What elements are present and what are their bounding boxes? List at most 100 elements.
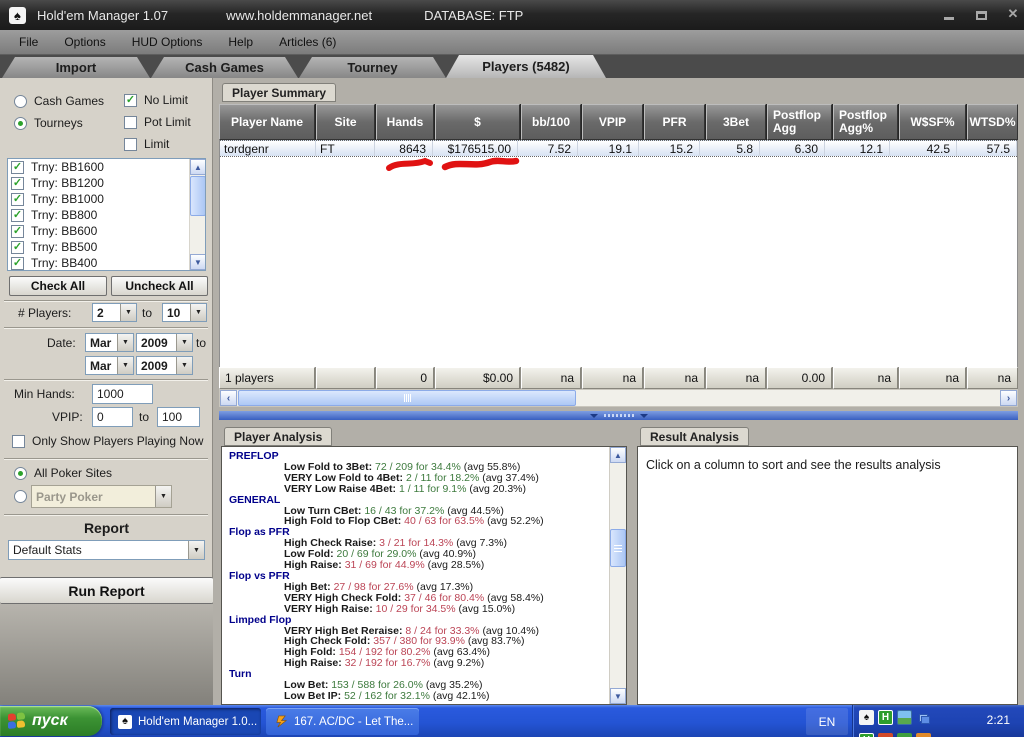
tab-cash-games[interactable]: Cash Games: [151, 57, 298, 78]
radio-tourneys[interactable]: Tourneys: [14, 116, 83, 130]
checkbox-limit[interactable]: ✓ Limit: [124, 137, 169, 151]
picture-icon[interactable]: [897, 710, 912, 725]
taskbar-item-holdem-manager[interactable]: ♠ Hold'em Manager 1.0...: [110, 708, 261, 735]
scroll-down-icon[interactable]: ▼: [610, 688, 626, 704]
scroll-right-icon[interactable]: ›: [1000, 390, 1017, 406]
vpip-to-input[interactable]: 100: [157, 407, 200, 427]
minimize-icon[interactable]: [942, 8, 956, 20]
scroll-thumb[interactable]: [238, 390, 576, 406]
taskbar-item-winamp[interactable]: 167. AC/DC - Let The...: [266, 708, 419, 735]
date-to-word: to: [196, 336, 206, 350]
tab-import[interactable]: Import: [2, 57, 150, 78]
panel-splitter[interactable]: [219, 411, 1018, 420]
red-scribble-annotation: [385, 155, 525, 175]
radio-single-site[interactable]: [14, 490, 27, 503]
chevron-down-icon[interactable]: ▼: [117, 334, 133, 351]
checkbox-no-limit[interactable]: ✓ No Limit: [124, 93, 188, 107]
list-scrollbar[interactable]: ▲ ▼: [189, 159, 205, 270]
column-header-3bet[interactable]: 3Bet: [706, 104, 766, 140]
chevron-down-icon[interactable]: ▼: [117, 357, 133, 374]
cell-wtsd: 57.5: [957, 141, 1017, 156]
maximize-icon[interactable]: [974, 8, 988, 20]
check-all-button[interactable]: Check All: [9, 276, 107, 296]
uncheck-all-button[interactable]: Uncheck All: [111, 276, 208, 296]
tab-tourney[interactable]: Tourney: [299, 57, 446, 78]
chevron-down-icon[interactable]: ▼: [120, 304, 136, 321]
chevron-down-icon[interactable]: ▼: [188, 541, 204, 559]
language-indicator[interactable]: EN: [806, 708, 848, 735]
column-header-hands[interactable]: Hands: [376, 104, 434, 140]
checked-checkbox-icon: ✓: [11, 193, 24, 206]
spade-card-icon: ♠: [118, 715, 132, 729]
scroll-up-icon[interactable]: ▲: [610, 447, 626, 463]
column-header-vpip[interactable]: VPIP: [582, 104, 643, 140]
site-select[interactable]: Party Poker▼: [31, 485, 172, 508]
scroll-left-icon[interactable]: ‹: [220, 390, 237, 406]
database-label: DATABASE: FTP: [424, 8, 523, 23]
chevron-down-icon[interactable]: ▼: [176, 357, 192, 374]
date-to-month-select[interactable]: Mar▼: [85, 356, 134, 375]
player-summary-title: Player Summary: [222, 83, 336, 102]
run-report-button[interactable]: Run Report: [0, 577, 213, 604]
radio-cash-games[interactable]: Cash Games: [14, 94, 104, 108]
result-analysis-message: Click on a column to sort and see the re…: [646, 458, 941, 472]
list-item[interactable]: ✓Trny: BB500: [8, 239, 205, 255]
window-url: www.holdemmanager.net: [226, 8, 372, 23]
menu-articles[interactable]: Articles (6): [266, 35, 349, 49]
column-header-wsf[interactable]: W$SF%: [899, 104, 966, 140]
column-header-wtsd[interactable]: WTSD%: [967, 104, 1018, 140]
list-item[interactable]: ✓Trny: BB800: [8, 207, 205, 223]
column-header-bb100[interactable]: bb/100: [521, 104, 581, 140]
analysis-scrollbar[interactable]: ▲ ▼: [609, 447, 626, 704]
column-header-dollar[interactable]: $: [435, 104, 520, 140]
checkbox-only-show-playing[interactable]: ✓ Only Show Players Playing Now: [12, 434, 203, 448]
menu-file[interactable]: File: [0, 35, 51, 49]
radio-all-poker-sites[interactable]: All Poker Sites: [14, 466, 112, 480]
tab-players[interactable]: Players (5482): [446, 55, 606, 78]
players-from-select[interactable]: 2▼: [92, 303, 137, 322]
list-item[interactable]: ✓Trny: BB1200: [8, 175, 205, 191]
column-header-pfr[interactable]: PFR: [644, 104, 705, 140]
player-analysis-title: Player Analysis: [224, 427, 332, 446]
vpip-from-input[interactable]: 0: [92, 407, 133, 427]
column-header-postflop-agg-pct[interactable]: Postflop Agg%: [833, 104, 898, 140]
menu-help[interactable]: Help: [215, 35, 266, 49]
table-horizontal-scrollbar[interactable]: ‹ ›: [219, 389, 1018, 407]
start-button[interactable]: пуск: [0, 706, 102, 736]
date-to-year-select[interactable]: 2009▼: [136, 356, 193, 375]
chevron-down-icon[interactable]: ▼: [176, 334, 192, 351]
start-label: пуск: [32, 712, 68, 730]
report-select[interactable]: Default Stats▼: [8, 540, 205, 560]
close-icon[interactable]: ✕: [1006, 8, 1020, 20]
menu-hud-options[interactable]: HUD Options: [119, 35, 216, 49]
chevron-down-icon[interactable]: ▼: [190, 304, 206, 321]
scroll-up-icon[interactable]: ▲: [190, 159, 206, 175]
scroll-thumb[interactable]: [610, 529, 626, 567]
checked-checkbox-icon: ✓: [11, 177, 24, 190]
result-analysis-title: Result Analysis: [640, 427, 749, 446]
column-header-player-name[interactable]: Player Name: [219, 104, 315, 140]
radio-icon: [14, 117, 27, 130]
column-header-site[interactable]: Site: [316, 104, 375, 140]
player-summary-header: Player Name Site Hands $ bb/100 VPIP PFR…: [219, 104, 1018, 140]
min-hands-input[interactable]: 1000: [92, 384, 153, 404]
spade-card-icon[interactable]: ♠: [859, 710, 874, 725]
cell-postflop-agg: 6.30: [760, 141, 825, 156]
table-row[interactable]: tordgenr FT 8643 $176515.00 7.52 19.1 15…: [220, 140, 1017, 157]
tray-second-row: H: [859, 733, 931, 737]
date-from-month-select[interactable]: Mar▼: [85, 333, 134, 352]
checkbox-pot-limit[interactable]: ✓ Pot Limit: [124, 115, 191, 129]
network-icon[interactable]: [916, 710, 931, 725]
scroll-thumb[interactable]: [190, 176, 206, 216]
column-header-postflop-agg[interactable]: Postflop Agg: [767, 104, 832, 140]
menu-options[interactable]: Options: [51, 35, 118, 49]
list-item[interactable]: ✓Trny: BB400: [8, 255, 205, 271]
scroll-down-icon[interactable]: ▼: [190, 254, 206, 270]
players-to-select[interactable]: 10▼: [162, 303, 207, 322]
hm-h-icon[interactable]: H: [878, 710, 893, 725]
list-item[interactable]: ✓Trny: BB600: [8, 223, 205, 239]
cell-postflop-agg-pct: 12.1: [825, 141, 890, 156]
list-item[interactable]: ✓Trny: BB1600: [8, 159, 205, 175]
list-item[interactable]: ✓Trny: BB1000: [8, 191, 205, 207]
date-from-year-select[interactable]: 2009▼: [136, 333, 193, 352]
